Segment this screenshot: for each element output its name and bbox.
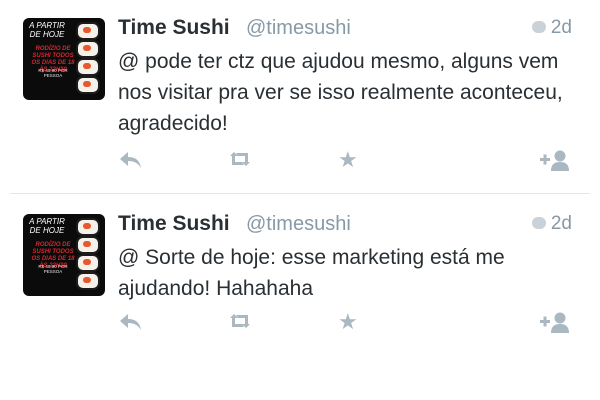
- reply-icon[interactable]: [118, 148, 144, 172]
- sushi-icon: [76, 254, 100, 272]
- tweet-age[interactable]: 2d: [531, 17, 572, 39]
- retweet-icon[interactable]: [228, 313, 252, 329]
- tweet-actions: ★: [118, 310, 578, 334]
- avatar-headline: A PARTIR DE HOJE: [29, 21, 65, 39]
- tweet-text: @ pode ter ctz que ajudou mesmo, alguns …: [118, 50, 563, 135]
- sushi-icon: [76, 218, 100, 236]
- tweet-age-text: 2d: [550, 17, 572, 38]
- star-icon[interactable]: ★: [338, 148, 358, 172]
- avatar-headline: A PARTIR DE HOJE: [29, 217, 65, 235]
- tweet-age-text: 2d: [550, 213, 572, 234]
- star-icon[interactable]: ★: [338, 310, 358, 334]
- sushi-icon: [76, 76, 100, 94]
- sushi-icon: [76, 40, 100, 58]
- display-name[interactable]: Time Sushi: [118, 212, 230, 236]
- tweet-text: @ Sorte de hoje: esse marketing está me …: [118, 246, 505, 300]
- avatar[interactable]: A PARTIR DE HOJE RODÍZIO DE SUSHI TODOS …: [23, 18, 105, 100]
- follow-icon[interactable]: [540, 311, 572, 333]
- tweet-age[interactable]: 2d: [531, 213, 572, 235]
- sushi-icon: [76, 22, 100, 40]
- tweet-divider: [10, 193, 590, 194]
- tweet[interactable]: A PARTIR DE HOJE RODÍZIO DE SUSHI TODOS …: [0, 16, 600, 188]
- username[interactable]: @timesushi: [246, 213, 351, 236]
- speech-bubble-icon: [531, 20, 546, 33]
- sushi-icon: [76, 58, 100, 76]
- avatar-price-text: R$ 40,90 POR PESSOA: [38, 68, 68, 78]
- sushi-icon: [76, 236, 100, 254]
- reply-icon[interactable]: [118, 310, 144, 334]
- avatar-price-text: R$ 40,90 POR PESSOA: [38, 264, 68, 274]
- tweet-actions: ★: [118, 148, 578, 172]
- follow-icon[interactable]: [540, 149, 572, 171]
- speech-bubble-icon: [531, 216, 546, 229]
- tweet[interactable]: A PARTIR DE HOJE RODÍZIO DE SUSHI TODOS …: [0, 212, 600, 344]
- display-name[interactable]: Time Sushi: [118, 16, 230, 40]
- username[interactable]: @timesushi: [246, 17, 351, 40]
- avatar[interactable]: A PARTIR DE HOJE RODÍZIO DE SUSHI TODOS …: [23, 214, 105, 296]
- retweet-icon[interactable]: [228, 151, 252, 167]
- sushi-icon: [76, 272, 100, 290]
